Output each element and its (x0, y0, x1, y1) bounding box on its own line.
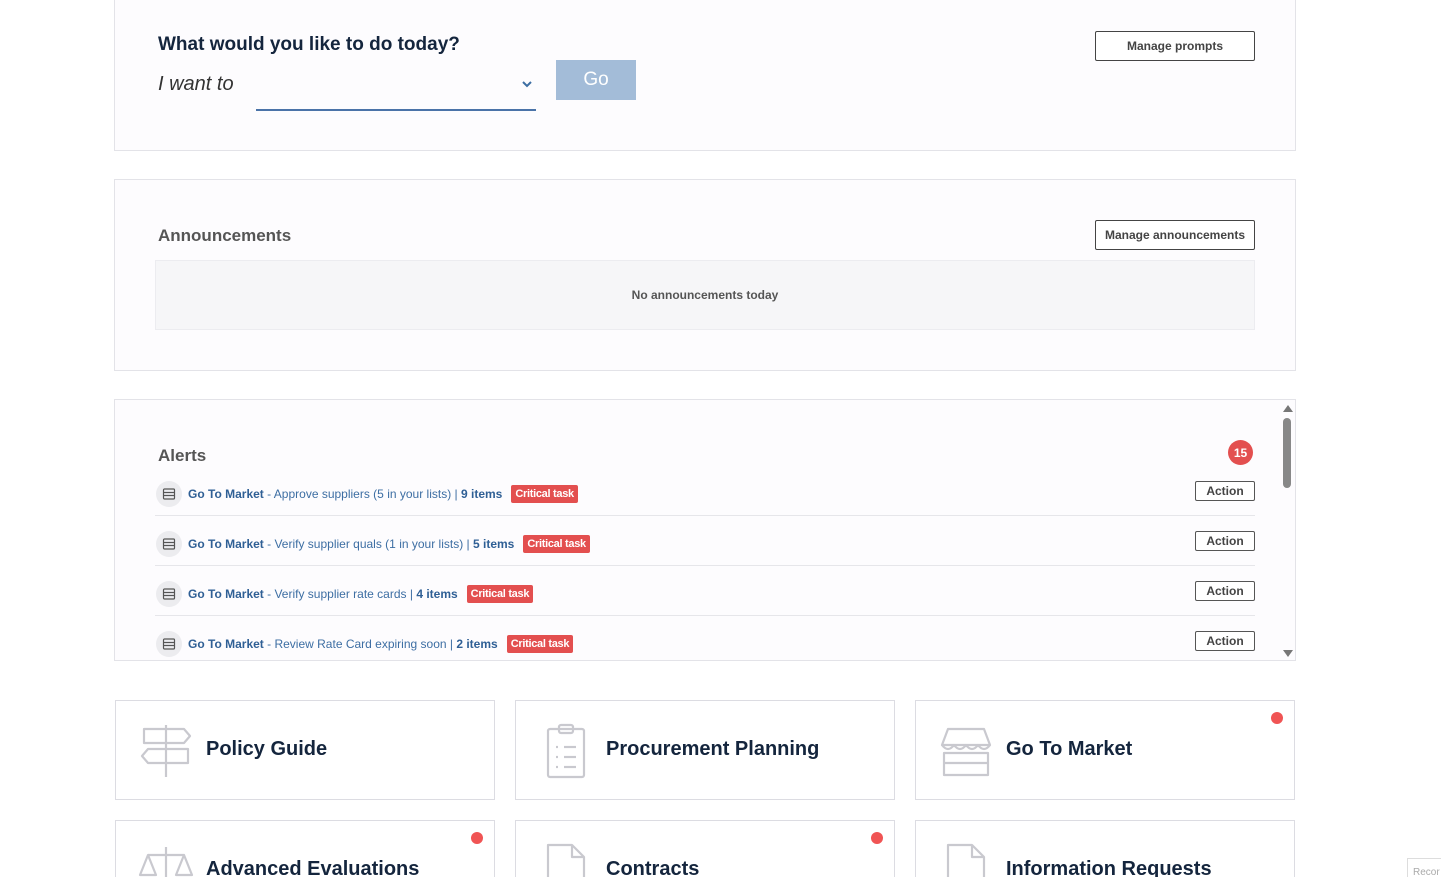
alert-row: Go To Market - Verify supplier quals (1 … (155, 516, 1255, 566)
tile-policy-guide[interactable]: Policy Guide (115, 700, 495, 800)
alert-module: Go To Market (188, 537, 264, 551)
critical-task-badge: Critical task (466, 585, 534, 603)
tile-information-requests[interactable]: Information Requests (915, 820, 1295, 877)
announcements-empty-text: No announcements today (631, 288, 779, 302)
alert-module: Go To Market (188, 587, 264, 601)
go-button[interactable]: Go (556, 60, 636, 100)
alert-module: Go To Market (188, 487, 264, 501)
alert-module: Go To Market (188, 637, 264, 651)
store-icon (940, 727, 992, 777)
i-want-to-label: I want to (158, 73, 234, 95)
tile-procurement-planning[interactable]: Procurement Planning (515, 700, 895, 800)
prompt-title: What would you like to do today? (158, 34, 460, 55)
store-icon (156, 631, 182, 657)
alert-link[interactable]: Go To Market - Verify supplier rate card… (188, 585, 534, 603)
alert-items-count: 4 items (416, 587, 458, 601)
document-info-icon (946, 843, 986, 877)
scroll-down-arrow-icon[interactable] (1283, 650, 1293, 657)
action-select[interactable] (256, 61, 536, 111)
store-icon (156, 481, 182, 507)
manage-prompts-button[interactable]: Manage prompts (1095, 31, 1255, 61)
clipboard-list-icon (546, 723, 586, 779)
store-icon (156, 531, 182, 557)
critical-task-badge: Critical task (511, 485, 578, 503)
tile-label: Advanced Evaluations (206, 858, 420, 877)
alert-items-count: 5 items (473, 537, 515, 551)
alert-action-button[interactable]: Action (1195, 581, 1255, 601)
alert-items-count: 9 items (461, 487, 503, 501)
alert-row: Go To Market - Review Rate Card expiring… (155, 616, 1255, 660)
tile-label: Contracts (606, 858, 700, 877)
notification-dot (1271, 712, 1283, 724)
page: What would you like to do today? I want … (0, 0, 1441, 877)
alert-link[interactable]: Go To Market - Verify supplier quals (1 … (188, 535, 590, 553)
document-icon (546, 843, 586, 877)
alert-description: - Verify supplier quals (1 in your lists… (263, 537, 473, 551)
notification-dot (471, 832, 483, 844)
alert-action-button[interactable]: Action (1195, 531, 1255, 551)
alert-items-count: 2 items (456, 637, 498, 651)
scales-icon (138, 847, 194, 877)
announcements-empty-state: No announcements today (155, 260, 1255, 330)
alert-action-button[interactable]: Action (1195, 481, 1255, 501)
tile-label: Information Requests (1006, 858, 1212, 877)
prompt-panel: What would you like to do today? I want … (114, 0, 1296, 151)
signpost-icon (140, 725, 192, 777)
tile-label: Procurement Planning (606, 738, 820, 760)
critical-task-badge: Critical task (506, 635, 574, 653)
announcements-panel: Announcements Manage announcements No an… (114, 179, 1296, 371)
tile-advanced-evaluations[interactable]: Advanced Evaluations (115, 820, 495, 877)
manage-announcements-button[interactable]: Manage announcements (1095, 220, 1255, 250)
scroll-up-arrow-icon[interactable] (1283, 405, 1293, 412)
alert-link[interactable]: Go To Market - Review Rate Card expiring… (188, 635, 574, 653)
alert-action-button[interactable]: Action (1195, 631, 1255, 651)
alerts-count-badge: 15 (1228, 440, 1253, 465)
alert-link[interactable]: Go To Market - Approve suppliers (5 in y… (188, 485, 578, 503)
recaptcha-badge-text: Recor (1413, 867, 1440, 877)
tile-label: Policy Guide (206, 738, 328, 760)
tile-label: Go To Market (1006, 738, 1133, 760)
tile-go-to-market[interactable]: Go To Market (915, 700, 1295, 800)
alert-description: - Review Rate Card expiring soon | (263, 637, 457, 651)
alerts-scrollbar[interactable] (1281, 402, 1293, 658)
alerts-title: Alerts (158, 446, 207, 465)
announcements-title: Announcements (158, 226, 292, 245)
recaptcha-badge: Recor (1407, 858, 1441, 877)
alert-row: Go To Market - Approve suppliers (5 in y… (155, 466, 1255, 516)
critical-task-badge: Critical task (523, 535, 590, 553)
chevron-down-icon (522, 81, 532, 88)
store-icon (156, 581, 182, 607)
scroll-thumb[interactable] (1283, 418, 1291, 488)
alert-description: - Approve suppliers (5 in your lists) | (263, 487, 461, 501)
alert-row: Go To Market - Verify supplier rate card… (155, 566, 1255, 616)
alerts-panel[interactable]: Alerts 15 Go To Market - Approve supplie… (114, 399, 1296, 661)
notification-dot (871, 832, 883, 844)
alert-description: - Verify supplier rate cards | (263, 587, 417, 601)
tile-contracts[interactable]: Contracts (515, 820, 895, 877)
